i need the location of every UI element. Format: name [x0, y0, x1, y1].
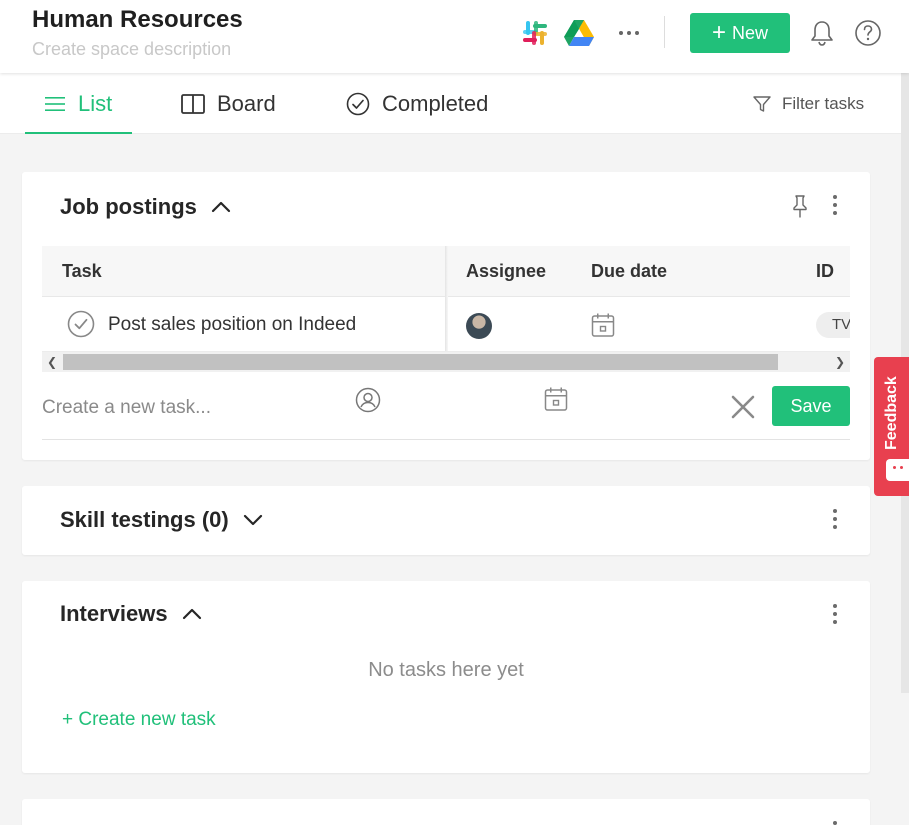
assign-user-icon[interactable]: [355, 387, 381, 413]
column-header-assignee[interactable]: Assignee: [466, 246, 546, 297]
pin-icon[interactable]: [790, 194, 810, 220]
column-header-task[interactable]: Task: [62, 246, 102, 297]
help-icon[interactable]: [851, 16, 885, 50]
space-description[interactable]: Create space description: [32, 39, 231, 60]
view-tabs: List Board Completed Filter tasks: [0, 73, 909, 134]
calendar-icon[interactable]: [591, 312, 615, 338]
tab-list[interactable]: List: [44, 73, 112, 134]
check-circle-icon: [346, 92, 370, 115]
section-interviews: Interviews No tasks here yet + Create ne…: [22, 581, 870, 773]
section-title: Job postings: [60, 194, 197, 219]
slack-icon[interactable]: [518, 16, 552, 50]
table-row[interactable]: Post sales position on Indeed TV: [42, 297, 850, 352]
column-header-id[interactable]: ID: [816, 246, 834, 297]
set-due-date-icon[interactable]: [544, 386, 568, 412]
new-task-input[interactable]: [42, 391, 342, 425]
scroll-right-icon[interactable]: ❯: [830, 352, 850, 372]
task-name[interactable]: Post sales position on Indeed: [108, 297, 356, 352]
tab-completed-label: Completed: [382, 90, 489, 116]
chevron-up-icon[interactable]: [182, 608, 202, 620]
section-menu-icon[interactable]: [825, 600, 845, 628]
section-next: [22, 799, 870, 825]
feedback-face-icon: [886, 459, 909, 481]
filter-tasks-button[interactable]: Filter tasks: [752, 73, 864, 134]
space-title[interactable]: Human Resources: [32, 6, 243, 34]
empty-state-text: No tasks here yet: [368, 659, 524, 681]
section-header[interactable]: Skill testings (0): [60, 507, 263, 533]
space-header: Human Resources Create space description…: [0, 0, 909, 73]
google-drive-icon[interactable]: [562, 16, 596, 50]
section-menu-icon[interactable]: [825, 817, 845, 825]
column-header-due-date[interactable]: Due date: [591, 246, 667, 297]
board-icon: [181, 93, 205, 114]
section-menu-icon[interactable]: [825, 191, 845, 219]
complete-task-icon[interactable]: [67, 310, 95, 338]
plus-icon: +: [711, 19, 726, 46]
save-button[interactable]: Save: [772, 386, 850, 426]
new-task-row: Save: [42, 377, 850, 440]
chevron-down-icon[interactable]: [243, 514, 263, 526]
header-divider: [664, 16, 665, 48]
tab-completed[interactable]: Completed: [346, 73, 488, 134]
section-skill-testings: Skill testings (0): [22, 486, 870, 555]
close-icon[interactable]: [730, 394, 756, 420]
chevron-up-icon[interactable]: [211, 201, 231, 213]
task-id-badge: TV: [816, 312, 850, 338]
new-button-label: New: [732, 22, 769, 43]
more-horizontal-icon[interactable]: [612, 16, 646, 50]
section-header[interactable]: Interviews: [60, 601, 202, 627]
new-button[interactable]: + New: [690, 13, 790, 53]
feedback-label: Feedback: [883, 376, 900, 450]
section-header[interactable]: Job postings: [60, 194, 231, 220]
table-horizontal-scrollbar[interactable]: ❮ ❯: [42, 352, 850, 372]
section-title: Skill testings (0): [60, 507, 229, 532]
active-tab-indicator: [25, 132, 132, 134]
section-menu-icon[interactable]: [825, 505, 845, 533]
feedback-tab[interactable]: Feedback: [874, 357, 909, 496]
scroll-left-icon[interactable]: ❮: [42, 352, 62, 372]
create-new-task-link[interactable]: + Create new task: [62, 709, 216, 731]
tab-board[interactable]: Board: [181, 73, 276, 134]
bell-icon[interactable]: [805, 16, 839, 50]
avatar[interactable]: [466, 313, 492, 339]
task-table: Task Assignee Due date ID Post sales pos…: [42, 246, 850, 374]
section-title: Interviews: [60, 601, 168, 626]
scrollbar-thumb[interactable]: [63, 354, 778, 370]
filter-icon: [753, 95, 771, 112]
tab-board-label: Board: [217, 90, 276, 116]
section-job-postings: Job postings Task Assignee Due date ID P…: [22, 172, 870, 460]
list-icon: [45, 96, 65, 111]
filter-tasks-label: Filter tasks: [782, 93, 865, 113]
tab-list-label: List: [78, 90, 113, 116]
